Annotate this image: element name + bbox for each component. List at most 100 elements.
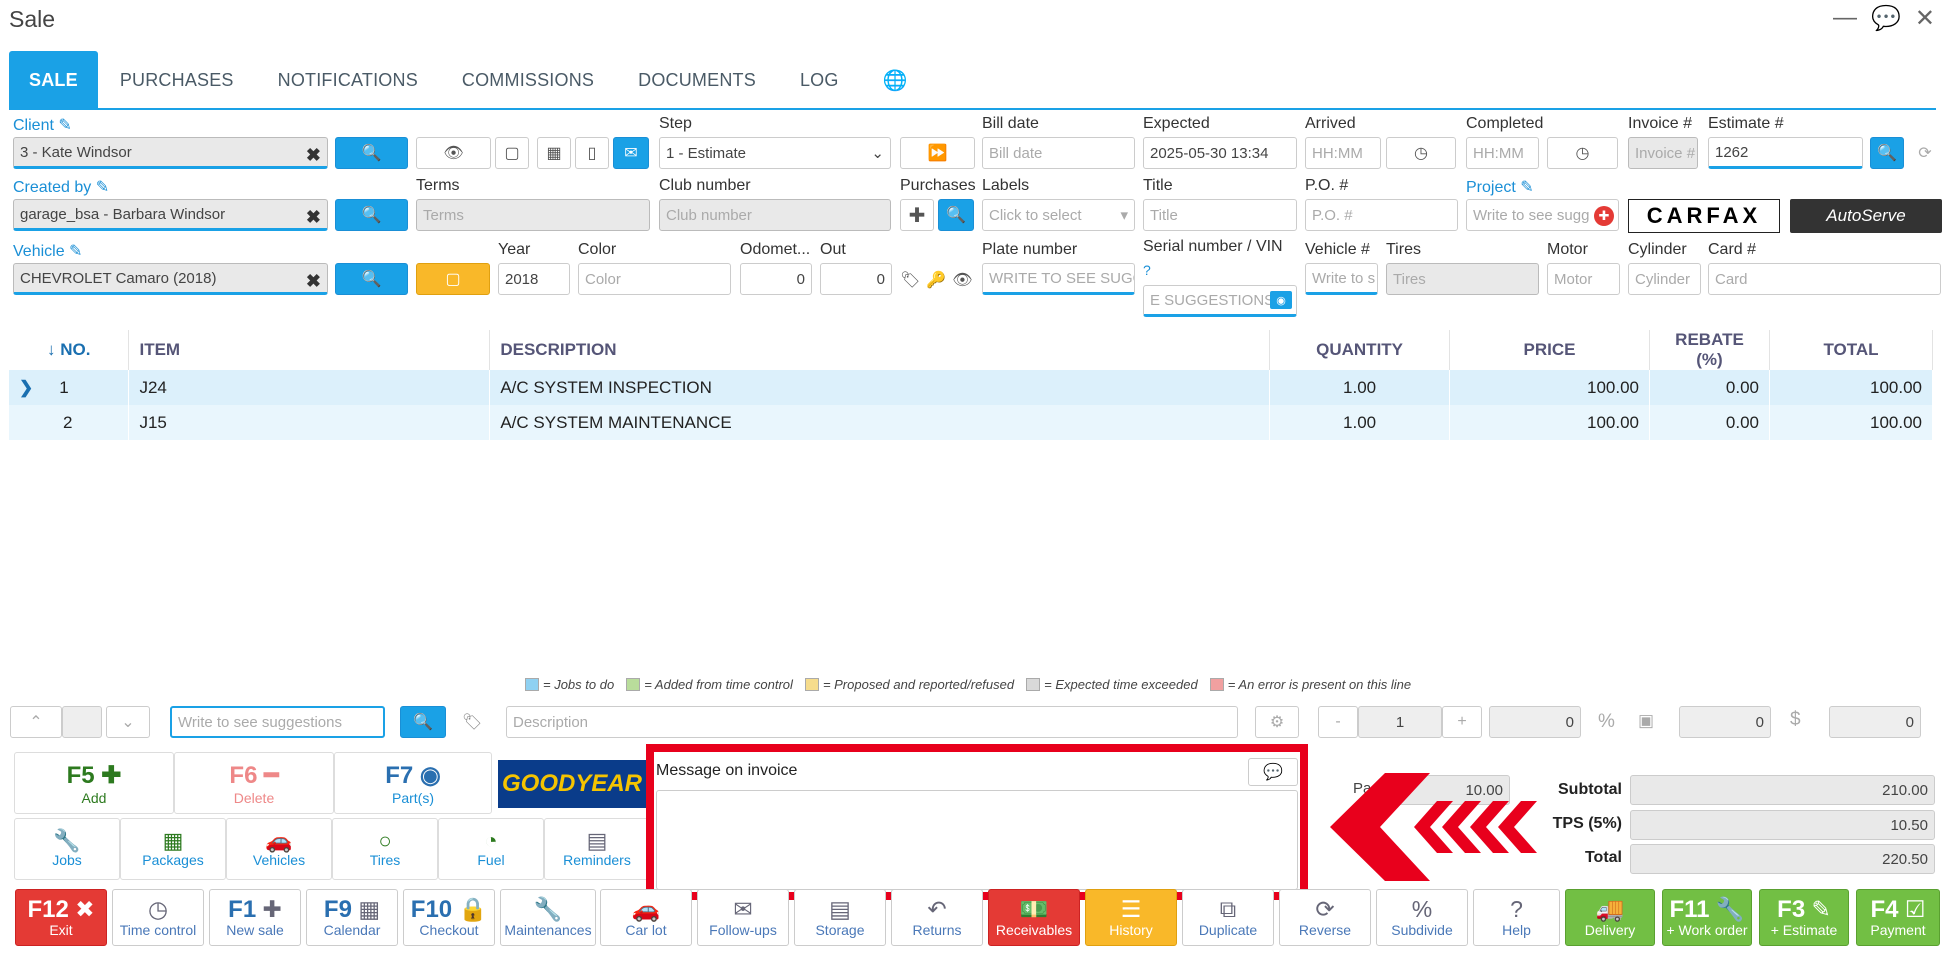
table-row[interactable]: ❯ 1 J24 A/C SYSTEM INSPECTION 1.00 100.00… (9, 370, 1934, 405)
subdivide-button[interactable]: % Subdivide (1376, 889, 1468, 946)
motor-input[interactable]: Motor (1547, 263, 1620, 295)
created-by-search-button[interactable]: 🔍 (335, 199, 408, 231)
item-search-input[interactable]: Write to see suggestions (170, 706, 385, 738)
color-input[interactable]: Color (578, 263, 731, 295)
tires-input[interactable]: Tires (1386, 263, 1539, 295)
col-item[interactable]: ITEM (128, 330, 491, 370)
refresh-icon[interactable]: ⟳ (1910, 137, 1940, 169)
reverse-button[interactable]: ⟳ Reverse (1279, 889, 1371, 946)
project-label[interactable]: Project ✎ (1466, 177, 1534, 197)
vehicle-no-input[interactable]: Write to s (1305, 263, 1378, 295)
tag-icon[interactable]: 🏷 (900, 270, 920, 290)
created-by-label[interactable]: Created by ✎ (13, 177, 109, 197)
delete-button[interactable]: F6 ━ Delete (174, 752, 334, 814)
time-control-button[interactable]: ◷ Time control (112, 889, 204, 946)
goodyear-logo[interactable]: GOODYEAR (498, 760, 646, 808)
add-icon[interactable]: ✚ (900, 199, 934, 231)
col-quantity[interactable]: QUANTITY (1269, 330, 1451, 370)
receivables-button[interactable]: 💵 Receivables (988, 889, 1080, 946)
vehicle-label[interactable]: Vehicle ✎ (13, 241, 82, 261)
email-icon[interactable]: ✉ (613, 137, 649, 169)
col-total[interactable]: TOTAL (1769, 330, 1934, 370)
autoserve-logo[interactable]: AutoServe (1790, 199, 1942, 233)
terms-input[interactable]: Terms (416, 199, 650, 231)
note-icon[interactable]: ▢ (495, 137, 529, 169)
amount-input[interactable]: 0 (1679, 706, 1771, 738)
item-search-button[interactable]: 🔍 (400, 706, 446, 738)
estimate-button[interactable]: F3 ✎ + Estimate (1759, 889, 1849, 946)
camera-icon[interactable]: ◉ (1270, 291, 1292, 309)
vehicle-field[interactable]: CHEVROLET Camaro (2018) ✖ (13, 263, 328, 295)
col-description[interactable]: DESCRIPTION (489, 330, 1271, 370)
client-search-button[interactable]: 🔍 (335, 137, 408, 169)
step-select[interactable]: 1 - Estimate ⌄ (659, 137, 891, 169)
client-field[interactable]: 3 - Kate Windsor ✖ (13, 137, 328, 169)
chat-icon[interactable]: 💬 (1871, 4, 1901, 33)
plus-icon[interactable]: + (1442, 706, 1482, 738)
follow-ups-button[interactable]: ✉ Follow-ups (697, 889, 789, 946)
estimate-search-button[interactable]: 🔍 (1870, 137, 1904, 169)
packages-button[interactable]: ▦ Packages (120, 818, 226, 880)
eye-icon[interactable]: 👁 (952, 270, 972, 290)
comment-icon[interactable]: 💬 (1248, 758, 1298, 786)
bill-date-input[interactable]: Bill date (982, 137, 1135, 169)
minus-icon[interactable]: - (1318, 706, 1358, 738)
rebate-input[interactable]: 0 (1489, 706, 1581, 738)
add-project-icon[interactable]: ✚ (1594, 206, 1614, 226)
labels-select[interactable]: Click to select ▾ (982, 199, 1135, 231)
quantity-input[interactable]: 1 (1358, 706, 1442, 738)
project-input[interactable]: Write to see sugg ✚ (1466, 199, 1619, 231)
payment-button[interactable]: F4 ☑ Payment (1856, 889, 1940, 946)
delivery-button[interactable]: 🚚 Delivery (1565, 889, 1655, 946)
chevron-down-icon[interactable]: ⌄ (106, 706, 150, 738)
globe-icon[interactable]: 🌐 (861, 51, 930, 109)
club-input[interactable]: Club number (659, 199, 891, 231)
chevron-right-icon[interactable]: ❯ (19, 378, 33, 397)
exit-button[interactable]: F12 ✖ Exit (15, 889, 107, 946)
client-label[interactable]: Client ✎ (13, 115, 72, 135)
cylinder-input[interactable]: Cylinder (1628, 263, 1701, 295)
created-by-field[interactable]: garage_bsa - Barbara Windsor ✖ (13, 199, 328, 231)
note-icon[interactable]: ▢ (416, 263, 490, 295)
col-rebate[interactable]: REBATE (%) (1649, 330, 1770, 370)
reminders-button[interactable]: ▤ Reminders (544, 818, 650, 880)
tag-icon[interactable]: 🏷 (455, 706, 489, 738)
fuel-button[interactable]: ◔ Fuel (438, 818, 544, 880)
parts-button[interactable]: F7 ◉ Part(s) (334, 752, 492, 814)
calendar-button[interactable]: F9 ▦ Calendar (306, 889, 398, 946)
dollar-icon[interactable]: $ (1790, 709, 1801, 731)
clock-icon[interactable]: ◷ (1547, 137, 1618, 169)
clear-icon[interactable]: ✖ (306, 207, 321, 228)
percent-icon[interactable]: % (1598, 711, 1615, 733)
purchase-search-button[interactable]: 🔍 (938, 199, 974, 231)
returns-button[interactable]: ↶ Returns (891, 889, 983, 946)
tab-purchases[interactable]: PURCHASES (98, 51, 256, 109)
title-input[interactable]: Title (1143, 199, 1297, 231)
phone-icon[interactable]: ▯ (575, 137, 609, 169)
calendar-icon[interactable]: ▦ (537, 137, 571, 169)
tab-log[interactable]: LOG (778, 51, 861, 109)
estimate-input[interactable]: 1262 (1708, 137, 1863, 169)
help-icon[interactable]: ? (1143, 262, 1151, 278)
message-textarea[interactable] (656, 790, 1298, 890)
arrived-input[interactable]: HH:MM (1305, 137, 1381, 169)
money-icon[interactable]: ▣ (1638, 711, 1654, 731)
new-sale-button[interactable]: F1 ✚ New sale (209, 889, 301, 946)
car-lot-button[interactable]: 🚗 Car lot (600, 889, 692, 946)
description-input[interactable]: Description (506, 706, 1238, 738)
vehicle-search-button[interactable]: 🔍 (335, 263, 408, 295)
col-no[interactable]: ↓ NO. (9, 330, 130, 370)
line-type-button[interactable] (62, 706, 102, 738)
duplicate-button[interactable]: ⧉ Duplicate (1182, 889, 1274, 946)
checkout-button[interactable]: F10 🔒 Checkout (403, 889, 495, 946)
jobs-button[interactable]: 🔧 Jobs (14, 818, 120, 880)
clear-icon[interactable]: ✖ (306, 145, 321, 166)
carfax-logo[interactable]: CARFAX (1628, 199, 1780, 233)
expected-input[interactable]: 2025-05-30 13:34 (1143, 137, 1297, 169)
serial-input[interactable]: E SUGGESTIONS ◉ (1143, 285, 1297, 317)
plate-input[interactable]: WRITE TO SEE SUGG (982, 263, 1135, 295)
forward-icon[interactable]: ⏩ (900, 137, 975, 169)
tab-sale[interactable]: SALE (9, 51, 98, 109)
card-input[interactable]: Card (1708, 263, 1941, 295)
chevron-up-icon[interactable]: ⌃ (10, 706, 62, 738)
